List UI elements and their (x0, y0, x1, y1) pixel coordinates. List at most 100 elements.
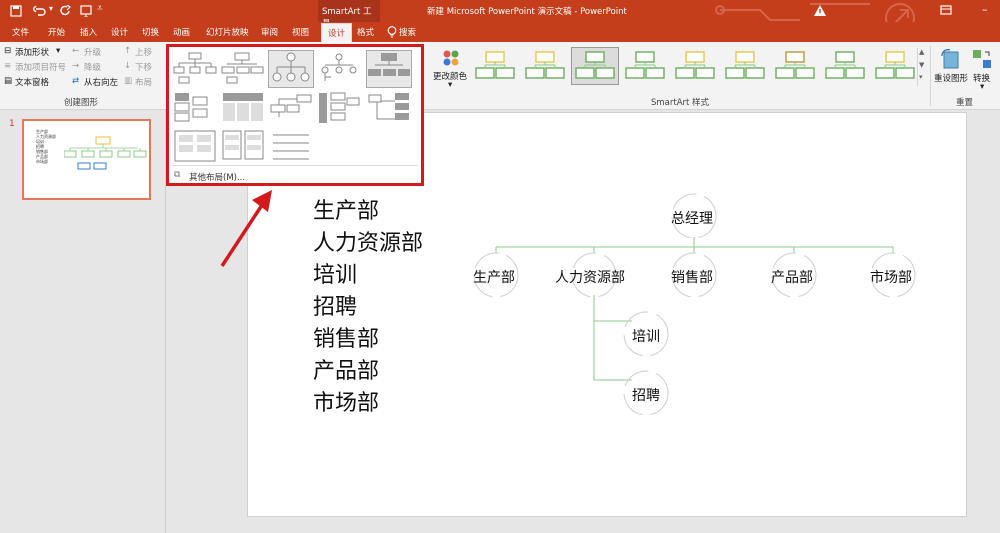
add-bullet-button[interactable]: 添加项目符号 (15, 61, 66, 73)
layout-button[interactable]: 布局 (135, 76, 152, 88)
smartart-style-option[interactable] (571, 47, 619, 85)
reset-graphic-icon[interactable] (940, 48, 960, 70)
layout-option[interactable] (366, 50, 412, 88)
move-down-button[interactable]: 下移 (135, 61, 152, 73)
ribbon: ⊟ 添加形状 ▾ ≡ 添加项目符号 ▤ 文本窗格 ← 升级 → 降级 ⇄ 从右向… (0, 42, 1000, 110)
move-up-button[interactable]: 上移 (135, 46, 152, 58)
menu-bar: 文件 开始 插入 设计 切换 动画 幻灯片放映 审阅 视图 设计 格式 搜索 (0, 22, 1000, 43)
add-shape-icon: ⊟ (4, 46, 12, 56)
tab-smartart-design[interactable]: 设计 (321, 23, 353, 43)
menu-slideshow[interactable]: 幻灯片放映 (206, 26, 249, 38)
thumbnail-outline: 生产部 人力资源部 培训 招聘 销售部 产品部 市场部 (36, 129, 56, 164)
thumbnail-org-chart (64, 136, 147, 170)
gallery-up-icon[interactable]: ▲ (919, 48, 924, 56)
layout-option[interactable] (268, 50, 314, 88)
menu-insert[interactable]: 插入 (80, 26, 97, 38)
smartart-style-option[interactable] (722, 48, 768, 84)
create-graphic-group-label: 创建图形 (64, 98, 99, 108)
menu-view[interactable]: 视图 (292, 26, 309, 38)
text-pane-button[interactable]: 文本窗格 (15, 76, 49, 88)
right-to-left-icon: ⇄ (72, 76, 80, 86)
demote-button[interactable]: 降级 (84, 61, 101, 73)
menu-format[interactable]: 格式 (357, 26, 374, 38)
smartart-style-option[interactable] (872, 48, 918, 84)
promote-button[interactable]: 升级 (84, 46, 101, 58)
menu-review[interactable]: 审阅 (261, 26, 278, 38)
layout-option[interactable] (317, 51, 361, 87)
smartart-style-option[interactable] (622, 48, 668, 84)
smartart-style-option[interactable] (522, 48, 568, 84)
redo-icon[interactable] (60, 5, 72, 17)
node-product[interactable]: 产品部 (771, 267, 813, 287)
node-sales[interactable]: 销售部 (671, 267, 713, 287)
gallery-more-icon[interactable]: ▾ (919, 73, 923, 81)
node-production[interactable]: 生产部 (473, 267, 515, 287)
convert-icon[interactable] (971, 48, 993, 70)
node-training[interactable]: 培训 (632, 326, 660, 346)
menu-file[interactable]: 文件 (12, 26, 29, 38)
slide-thumbnail[interactable]: 生产部 人力资源部 培训 招聘 销售部 产品部 市场部 (22, 119, 151, 200)
change-colors-icon[interactable] (440, 48, 462, 68)
slide-number: 1 (9, 119, 15, 129)
layout-option[interactable] (173, 91, 217, 127)
smartart-style-option[interactable] (822, 48, 868, 84)
minimize-icon[interactable]: – (982, 3, 988, 16)
node-marketing[interactable]: 市场部 (870, 267, 912, 287)
layout-option[interactable] (317, 91, 361, 127)
reset-graphic-button[interactable]: 重设图形 (934, 72, 968, 84)
smartart-styles-gallery (470, 42, 930, 92)
reset-group-label: 重置 (956, 98, 974, 108)
customize-toolbar-icon[interactable]: ⩡ (97, 3, 103, 14)
layout-option[interactable] (269, 91, 313, 127)
smartart-styles-group-label: SmartArt 样式 (651, 98, 710, 108)
demote-icon: → (72, 61, 80, 71)
add-shape-dropdown-icon[interactable]: ▾ (56, 46, 60, 56)
search-tell-me[interactable]: 搜索 (399, 26, 416, 38)
more-layouts-icon: ⧉ (174, 170, 181, 180)
menu-animations[interactable]: 动画 (173, 26, 190, 38)
lightbulb-icon (387, 26, 397, 38)
smartart-tools-tab: SmartArt 工具 (318, 0, 380, 29)
smartart-style-option[interactable] (472, 48, 518, 84)
convert-dropdown-icon[interactable]: ▾ (980, 82, 984, 92)
move-down-icon: ↓ (124, 61, 132, 71)
layout-gallery-panel: ⧉ 其他布局(M)... (166, 44, 424, 186)
menu-home[interactable]: 开始 (48, 26, 65, 38)
menu-design[interactable]: 设计 (111, 26, 128, 38)
gallery-scroll[interactable]: ▲ ▼ ▾ (917, 48, 927, 86)
smartart-style-option[interactable] (772, 48, 818, 84)
title-bar: ▾ ⩡ SmartArt 工具 新建 Microsoft PowerPoint … (0, 0, 1000, 33)
change-colors-dropdown-icon[interactable]: ▾ (448, 80, 452, 90)
layout-grid (169, 47, 421, 165)
undo-icon[interactable] (33, 5, 47, 17)
menu-transitions[interactable]: 切换 (142, 26, 159, 38)
node-hr[interactable]: 人力资源部 (555, 267, 625, 287)
layout-icon: ▥ (124, 76, 133, 86)
document-title: 新建 Microsoft PowerPoint 演示文稿 - PowerPoin… (427, 7, 627, 17)
gallery-down-icon[interactable]: ▼ (919, 61, 924, 69)
add-shape-button[interactable]: 添加形状 (15, 46, 49, 58)
layout-option[interactable] (367, 91, 411, 127)
right-to-left-button[interactable]: 从右向左 (84, 76, 118, 88)
save-icon[interactable] (10, 5, 22, 17)
layout-option[interactable] (269, 129, 313, 165)
panel-divider (172, 165, 418, 166)
presentation-icon[interactable] (80, 5, 92, 17)
promote-icon: ← (72, 46, 80, 56)
layout-option[interactable] (173, 129, 217, 165)
node-root[interactable]: 总经理 (671, 208, 713, 228)
warning-icon[interactable] (814, 5, 826, 16)
more-layouts-link[interactable]: 其他布局(M)... (189, 171, 245, 183)
layout-option[interactable] (221, 51, 265, 87)
ribbon-separator (930, 46, 931, 106)
node-recruiting[interactable]: 招聘 (632, 385, 660, 405)
layout-option[interactable] (221, 129, 265, 165)
undo-dropdown-icon[interactable]: ▾ (49, 4, 53, 13)
smartart-style-option[interactable] (672, 48, 718, 84)
ribbon-display-options-icon[interactable] (940, 5, 952, 15)
layout-option[interactable] (173, 51, 217, 87)
add-bullet-icon: ≡ (4, 61, 12, 71)
annotation-arrow (220, 190, 272, 267)
layout-option[interactable] (221, 91, 265, 127)
move-up-icon: ↑ (124, 46, 132, 56)
